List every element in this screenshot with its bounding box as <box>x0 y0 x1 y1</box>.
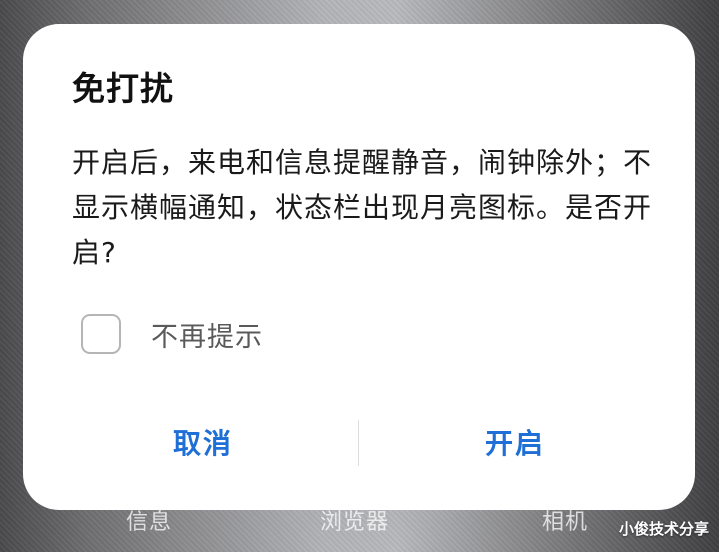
do-not-disturb-dialog: 免打扰 开启后，来电和信息提醒静音，闹钟除外；不显示横幅通知，状态栏出现月亮图标… <box>23 24 695 510</box>
dialog-title: 免打扰 <box>72 69 174 108</box>
watermark: 小俊技术分享 <box>618 520 709 538</box>
dont-show-again-checkbox[interactable] <box>81 314 121 354</box>
enable-button[interactable]: 开启 <box>415 414 615 470</box>
cancel-button[interactable]: 取消 <box>103 414 303 470</box>
dont-show-again-row[interactable]: 不再提示 <box>81 314 263 354</box>
dialog-message: 开启后，来电和信息提醒静音，闹钟除外；不显示横幅通知，状态栏出现月亮图标。是否开… <box>72 146 653 269</box>
button-divider <box>358 420 359 466</box>
dialog-actions: 取消 开启 <box>23 414 695 470</box>
dont-show-again-label[interactable]: 不再提示 <box>151 315 263 354</box>
